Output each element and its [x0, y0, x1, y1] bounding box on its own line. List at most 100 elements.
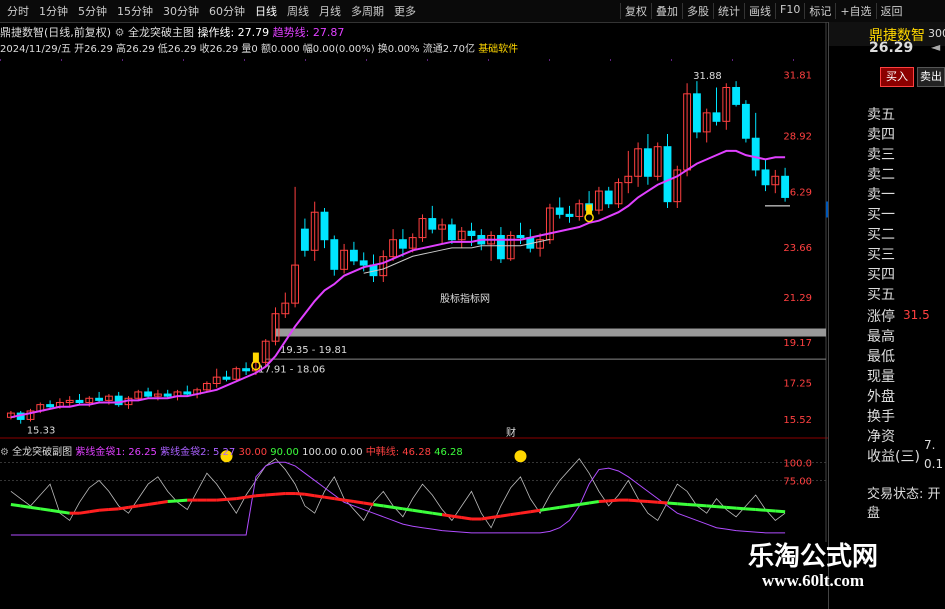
- sub-bicolor-seg-5: [59, 510, 70, 515]
- sub-bicolor-seg-39: [392, 505, 404, 511]
- price-axis-label-4: 21.29: [783, 293, 812, 304]
- sub-bicolor-seg-14: [147, 501, 159, 506]
- period-tab-0[interactable]: 分时: [2, 3, 34, 19]
- candle-body-33: [330, 239, 339, 270]
- candle-body-9: [95, 397, 104, 401]
- period-tab-4[interactable]: 30分钟: [158, 3, 204, 19]
- tool-button-6[interactable]: 标记: [804, 3, 835, 19]
- candle-body-35: [349, 249, 358, 262]
- sub-axis-label-1: 75.00: [783, 476, 812, 487]
- sub-v3: 100.00: [302, 447, 338, 458]
- expand-icon[interactable]: ◄: [931, 40, 940, 54]
- sub-bicolor-seg-44: [441, 513, 453, 518]
- sub-bicolor-seg-30: [304, 492, 315, 498]
- sub-bicolor-seg-53: [530, 508, 541, 514]
- shouyi-value: 0.1: [924, 457, 944, 471]
- watermark-cn: 乐淘公式网: [747, 542, 878, 572]
- sub-bicolor-seg-32: [324, 495, 335, 501]
- finance-marker: 财: [506, 426, 516, 439]
- sub-bicolor-seg-35: [353, 500, 364, 505]
- tool-button-3[interactable]: 统计: [713, 3, 744, 19]
- zone2-label: 17.91 - 18.06: [258, 365, 325, 376]
- industry-label: 基础软件: [478, 44, 519, 55]
- candle-body-7: [75, 399, 84, 404]
- sub-v2: 90.00: [270, 447, 299, 458]
- sub-bicolor-seg-58: [579, 501, 590, 506]
- sub-bicolor-seg-77: [765, 508, 776, 513]
- sub-v4: 0.00: [340, 447, 363, 458]
- candle-body-79: [781, 175, 790, 198]
- asks-item-2: 卖三: [867, 147, 895, 163]
- sub-bicolor-seg-42: [422, 510, 433, 515]
- settings-icon[interactable]: ⚙: [115, 26, 125, 39]
- period-tab-6[interactable]: 日线: [250, 3, 282, 19]
- period-tab-2[interactable]: 5分钟: [73, 3, 112, 19]
- candle-body-30: [300, 228, 309, 251]
- candle-body-43: [428, 218, 437, 230]
- period-tab-9[interactable]: 多周期: [346, 3, 389, 19]
- sub-bicolor-seg-63: [628, 498, 639, 503]
- tool-button-5[interactable]: F10: [775, 3, 804, 19]
- period-tab-1[interactable]: 1分钟: [34, 3, 73, 19]
- sub-bicolor-seg-9: [98, 508, 110, 512]
- candle-body-16: [163, 393, 172, 397]
- sub-bicolor-seg-55: [549, 505, 560, 511]
- price-axis-label-3: 23.66: [783, 243, 812, 254]
- sub-bicolor-seg-25: [255, 493, 266, 498]
- sub-bicolor-seg-75: [745, 507, 756, 512]
- sub-purple-line: [10, 461, 786, 536]
- site-watermark: 乐淘公式网 www.60lt.com: [738, 536, 888, 591]
- sub-bicolor-seg-51: [510, 511, 521, 517]
- period-tab-3[interactable]: 15分钟: [112, 3, 158, 19]
- candle-body-76: [751, 137, 760, 171]
- sub-bicolor-seg-26: [265, 492, 276, 497]
- tool-buttons: 复权 叠加 多股 统计 画线 F10 标记 +自选 返回: [620, 3, 907, 19]
- candle-body-57: [565, 213, 574, 217]
- period-tab-10[interactable]: 更多: [389, 3, 421, 19]
- sub-bicolor-seg-21: [216, 497, 227, 502]
- sub-bicolor-seg-54: [539, 507, 551, 512]
- asks-item-0: 卖五: [867, 107, 895, 123]
- period-tab-8[interactable]: 月线: [314, 3, 346, 19]
- mid-watermark: 股标指标网: [440, 292, 490, 305]
- tool-button-1[interactable]: 叠加: [651, 3, 682, 19]
- sub-bicolor-seg-78: [775, 509, 786, 514]
- sub-bicolor-seg-69: [686, 502, 698, 507]
- sub-indicator-name[interactable]: 全龙突破副图: [12, 447, 72, 458]
- sub-bicolor-seg-38: [383, 504, 394, 509]
- indicator-name[interactable]: 全龙突破主图: [128, 26, 194, 39]
- buy-button[interactable]: 买入: [880, 67, 914, 87]
- kline-chart[interactable]: 31.8128.9226.2923.6621.2919.1717.2515.52…: [0, 22, 828, 542]
- candle-body-32: [320, 211, 329, 241]
- sub-bicolor-seg-45: [451, 514, 462, 520]
- sell-button[interactable]: 卖出: [917, 67, 945, 87]
- tool-button-0[interactable]: 复权: [620, 3, 651, 19]
- tool-button-2[interactable]: 多股: [682, 3, 713, 19]
- tool-button-4[interactable]: 画线: [744, 3, 775, 19]
- candle-body-40: [398, 239, 407, 249]
- bids-item-3: 买四: [867, 267, 895, 283]
- watermark-url: www.60lt.com: [762, 571, 864, 590]
- sub-settings-icon[interactable]: ⚙: [0, 447, 9, 458]
- sub-bicolor-seg-59: [588, 500, 600, 505]
- top-toolbar: 分时 1分钟 5分钟 15分钟 30分钟 60分钟 日线 周线 月线 多周期 更多 复权 叠加 多股 统计…: [0, 0, 945, 23]
- sub-bicolor-seg-66: [657, 500, 668, 505]
- sub-bicolor-seg-17: [177, 498, 188, 503]
- tool-button-7[interactable]: +自选: [835, 3, 875, 19]
- sub-chart-title: ⚙ 全龙突破副图 紫线金袋1: 26.25 紫线金袋2: 5.27 30.00 …: [0, 443, 463, 458]
- sub-bicolor-seg-74: [735, 506, 747, 511]
- candle-body-75: [741, 103, 750, 139]
- quote-stock-code: 3003: [928, 27, 945, 40]
- candle-body-67: [663, 146, 672, 203]
- candle-body-61: [604, 190, 613, 205]
- sub-white-line: [10, 457, 786, 529]
- period-tab-7[interactable]: 周线: [282, 3, 314, 19]
- period-tab-5[interactable]: 60分钟: [204, 3, 250, 19]
- sub-bicolor-seg-29: [294, 492, 306, 496]
- stats-item-1: 最高: [867, 329, 895, 345]
- sub-bicolor-seg-24: [245, 494, 257, 499]
- quote-price: 26.29: [869, 40, 914, 56]
- tool-button-8[interactable]: 返回: [875, 3, 907, 19]
- sub-bicolor-seg-65: [647, 500, 658, 504]
- sub-bicolor-seg-8: [89, 508, 100, 514]
